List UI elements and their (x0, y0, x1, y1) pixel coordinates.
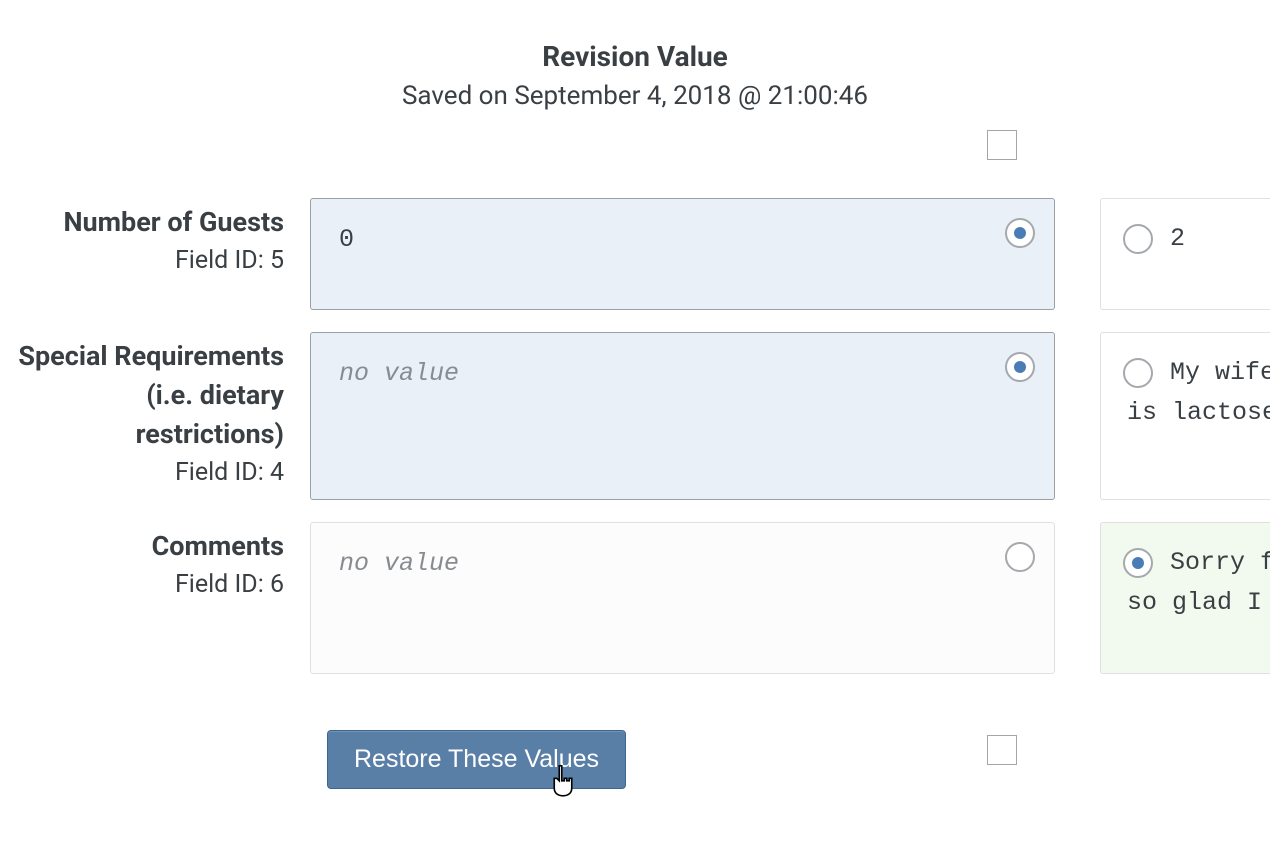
field-id: Field ID: 5 (0, 246, 284, 275)
radio-select-revision[interactable] (1005, 542, 1035, 572)
radio-select-current[interactable] (1123, 358, 1153, 388)
radio-holder (1005, 218, 1035, 248)
field-label-col: Number of Guests Field ID: 5 (0, 198, 310, 310)
field-label-col: Comments Field ID: 6 (0, 522, 310, 674)
field-id: Field ID: 6 (0, 570, 284, 599)
select-all-bottom-checkbox[interactable] (987, 735, 1017, 765)
current-value-box[interactable]: Sorry f so glad I (1100, 522, 1270, 674)
field-row: Comments Field ID: 6 no value Sorry f so… (0, 522, 1270, 674)
revision-value: 0 (339, 225, 354, 254)
current-value-text: My wife is lactose (1170, 353, 1270, 433)
field-id: Field ID: 4 (0, 458, 284, 487)
field-label: Comments (0, 527, 284, 566)
current-value-text: Sorry f so glad I (1170, 543, 1270, 623)
field-label: Number of Guests (0, 203, 284, 242)
radio-holder (1123, 358, 1153, 388)
revision-value-box[interactable]: no value (310, 522, 1055, 674)
current-value-col: My wife is lactose (1100, 332, 1270, 500)
radio-select-current[interactable] (1123, 224, 1153, 254)
radio-select-revision[interactable] (1005, 352, 1035, 382)
radio-holder (1123, 548, 1153, 578)
radio-select-current[interactable] (1123, 548, 1153, 578)
revision-header: Revision Value Saved on September 4, 201… (0, 0, 1270, 111)
revision-value-box[interactable]: 0 (310, 198, 1055, 310)
select-all-top-checkbox[interactable] (987, 130, 1017, 160)
field-row: Special Requirements (i.e. dietary restr… (0, 332, 1270, 500)
radio-select-revision[interactable] (1005, 218, 1035, 248)
restore-values-button[interactable]: Restore These Values (327, 730, 626, 789)
field-row: Number of Guests Field ID: 5 0 2 (0, 198, 1270, 310)
current-value-col: Sorry f so glad I (1100, 522, 1270, 674)
revision-title: Revision Value (0, 40, 1270, 73)
current-value-box[interactable]: My wife is lactose (1100, 332, 1270, 500)
field-label: Special Requirements (i.e. dietary restr… (0, 337, 284, 454)
current-value-col: 2 (1100, 198, 1270, 310)
current-value-text: 2 (1170, 219, 1185, 259)
current-value-box[interactable]: 2 (1100, 198, 1270, 310)
revision-value-box[interactable]: no value (310, 332, 1055, 500)
revision-subtitle: Saved on September 4, 2018 @ 21:00:46 (0, 81, 1270, 111)
radio-holder (1005, 352, 1035, 382)
field-label-col: Special Requirements (i.e. dietary restr… (0, 332, 310, 500)
revision-form: Number of Guests Field ID: 5 0 2 Special… (0, 198, 1270, 696)
radio-holder (1005, 542, 1035, 572)
revision-value-placeholder: no value (339, 549, 459, 578)
revision-value-placeholder: no value (339, 359, 459, 388)
radio-holder (1123, 224, 1153, 254)
